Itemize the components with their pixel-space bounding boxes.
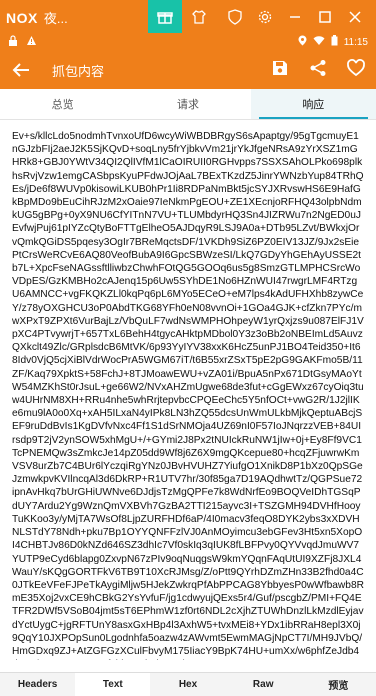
- tab-text-label: Text: [102, 679, 123, 690]
- wifi-icon: [313, 35, 325, 49]
- tab-preview-label: 预览: [328, 681, 349, 692]
- tab-preview[interactable]: 预览: [301, 673, 376, 696]
- back-arrow-icon[interactable]: [10, 59, 32, 81]
- window-title: 夜...: [43, 11, 68, 26]
- tab-hex[interactable]: Hex: [150, 673, 225, 696]
- emulator-titlebar: NOX 夜...: [0, 0, 376, 33]
- lock-icon: [8, 35, 18, 49]
- maximize-icon[interactable]: [310, 0, 340, 33]
- location-icon: [298, 35, 307, 49]
- top-tabs: 总览 请求 响应: [0, 89, 376, 120]
- share-icon[interactable]: [308, 58, 328, 78]
- nox-logo: NOX: [6, 9, 38, 26]
- page-title: 抓包内容: [52, 64, 105, 79]
- response-body[interactable]: Ev+s/kllcLdo5nodmhTvnxoUfD6wcyWiWBDBRgyS…: [12, 130, 364, 660]
- favorite-icon[interactable]: [346, 58, 366, 78]
- tab-headers[interactable]: Headers: [0, 673, 75, 696]
- tab-raw-label: Raw: [252, 679, 274, 690]
- app-bar: 抓包内容: [0, 50, 376, 89]
- battery-icon: [331, 35, 338, 49]
- tab-text[interactable]: Text: [75, 673, 151, 696]
- close-icon[interactable]: [340, 0, 370, 33]
- tab-response[interactable]: 响应: [250, 89, 376, 119]
- tab-raw[interactable]: Raw: [226, 673, 301, 696]
- shirt-icon[interactable]: [182, 0, 216, 33]
- status-time: 11:15: [343, 36, 368, 48]
- tab-overview[interactable]: 总览: [0, 89, 125, 119]
- tab-hex-label: Hex: [178, 679, 198, 690]
- gift-icon[interactable]: [148, 0, 182, 33]
- android-status-bar: 11:15: [0, 33, 376, 50]
- bottom-tabs: Headers Text Hex Raw 预览: [0, 672, 376, 696]
- tab-headers-label: Headers: [17, 679, 58, 690]
- gear-icon[interactable]: [250, 0, 280, 33]
- save-icon[interactable]: [270, 58, 290, 78]
- shield-icon[interactable]: [220, 0, 250, 33]
- response-text: Ev+s/kllcLdo5nodmhTvnxoUfD6wcyWiWBDBRgyS…: [12, 131, 364, 660]
- warning-icon: [26, 35, 37, 49]
- tab-request[interactable]: 请求: [125, 89, 250, 119]
- minimize-icon[interactable]: [280, 0, 310, 33]
